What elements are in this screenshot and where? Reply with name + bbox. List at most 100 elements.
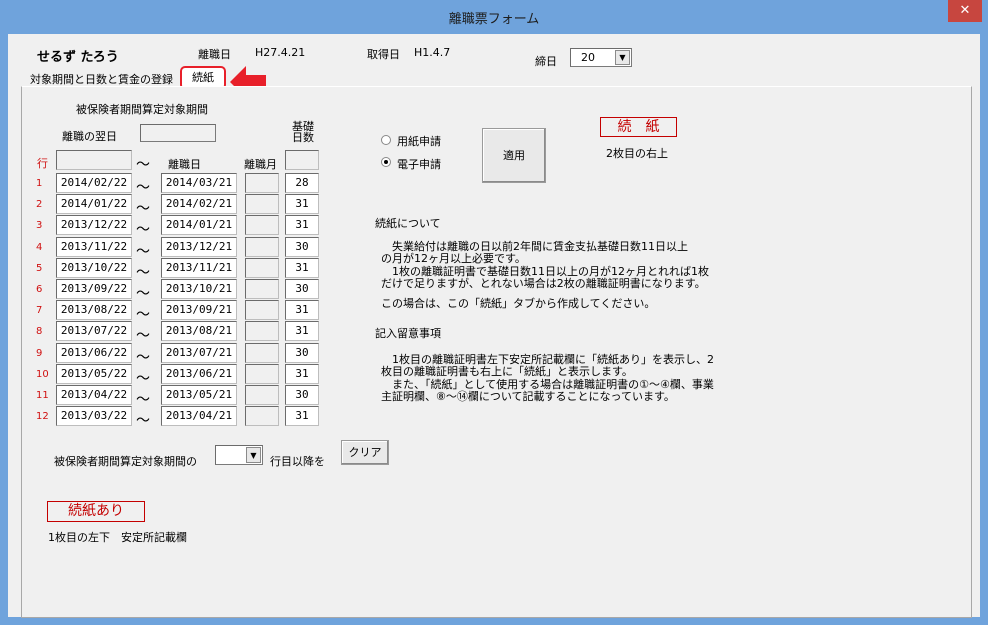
to-date-field[interactable]: 2013/04/21 <box>161 406 237 427</box>
to-date-field[interactable]: 2013/09/21 <box>161 300 237 321</box>
to-date-field[interactable]: 2013/05/21 <box>161 385 237 405</box>
rishokugetsu-field[interactable] <box>245 406 279 427</box>
to-date-field[interactable]: 2013/08/21 <box>161 321 237 342</box>
tilde: ～ <box>136 370 150 387</box>
close-button[interactable]: ✕ <box>948 0 982 22</box>
rishokugetsu-field[interactable] <box>245 194 279 215</box>
to-date-field[interactable]: 2014/02/21 <box>161 194 237 215</box>
from-date-field[interactable]: 2014/02/22 <box>56 173 132 193</box>
section-title: 被保険者期間算定対象期間 <box>76 103 208 116</box>
row-number: 9 <box>36 347 43 359</box>
from-date-field[interactable]: 2013/09/22 <box>56 279 132 299</box>
rishokugetsu-field[interactable] <box>245 300 279 321</box>
shutoku-label: 取得日 <box>367 48 400 61</box>
to-date-field[interactable]: 2013/06/21 <box>161 363 237 384</box>
kisoku-days-field[interactable]: 31 <box>285 406 319 427</box>
to-date-field[interactable]: 2013/12/21 <box>161 236 237 257</box>
yokujitsu-label: 離職の翌日 <box>62 130 117 143</box>
gyo-select[interactable]: ▼ <box>215 445 263 465</box>
notes-line-2: 枚目の離職証明書も右上に「続紙」と表示します。 <box>381 365 633 378</box>
kisoku-days-field[interactable]: 31 <box>285 363 319 384</box>
about-line-4: だけで足りますが、とれない場合は2枚の離職証明書になります。 <box>381 277 706 290</box>
yokujitsu-field[interactable] <box>140 124 216 142</box>
tilde: ～ <box>136 222 150 239</box>
kisoku-days-field[interactable]: 31 <box>285 300 319 321</box>
radio-denshi[interactable] <box>381 157 391 167</box>
from-date-field[interactable]: 2013/03/22 <box>56 406 132 427</box>
chevron-down-icon[interactable]: ▼ <box>246 447 261 463</box>
to-date-field[interactable]: 2013/07/21 <box>161 342 237 363</box>
gyo-label: 行 <box>37 157 48 170</box>
row-number: 12 <box>36 411 49 423</box>
kisoku-days-field[interactable]: 31 <box>285 215 319 236</box>
rishokugetsu-field[interactable] <box>245 236 279 257</box>
radio-yoshi[interactable] <box>381 135 391 145</box>
row-number: 11 <box>36 390 49 401</box>
row-number: 6 <box>36 284 43 295</box>
from-date-field[interactable]: 2013/10/22 <box>56 257 132 278</box>
bottom-label2: 行目以降を <box>270 455 325 468</box>
to-date-field[interactable]: 2013/11/21 <box>161 257 237 278</box>
kisoku-days-field[interactable]: 30 <box>285 279 319 299</box>
tilde: ～ <box>136 328 150 345</box>
rishokugetsu-field[interactable] <box>245 215 279 236</box>
tilde: ～ <box>136 307 150 324</box>
tilde: ～ <box>136 349 150 366</box>
rishokugetsu-field[interactable] <box>245 342 279 363</box>
kisoku-days-field[interactable]: 28 <box>285 173 319 193</box>
header-days-field[interactable] <box>285 150 319 170</box>
kisoku-days-field[interactable]: 31 <box>285 321 319 342</box>
row-number: 7 <box>36 305 43 317</box>
zokushi-ari-note: 1枚目の左下 安定所記載欄 <box>48 531 187 544</box>
rishokugetsu-field[interactable] <box>245 279 279 299</box>
rishokugetsu-field[interactable] <box>245 321 279 342</box>
rishokugetsu-field[interactable] <box>245 363 279 384</box>
radio-yoshi-label[interactable]: 用紙申請 <box>397 133 441 149</box>
kisoku-days-field[interactable]: 30 <box>285 385 319 405</box>
to-date-field[interactable]: 2013/10/21 <box>161 279 237 299</box>
clear-button[interactable]: クリア <box>341 440 389 465</box>
kisoku-days-field[interactable]: 30 <box>285 236 319 257</box>
employee-name: せるず たろう <box>37 50 119 65</box>
rishokugetsu-field[interactable] <box>245 257 279 278</box>
row-number: 5 <box>36 262 43 274</box>
from-date-field[interactable]: 2013/06/22 <box>56 342 132 363</box>
chevron-down-icon[interactable]: ▼ <box>615 50 630 65</box>
header-from-field[interactable] <box>56 150 132 170</box>
to-date-field[interactable]: 2014/03/21 <box>161 173 237 193</box>
tilde: ～ <box>136 413 150 430</box>
kisoku-days-field[interactable]: 31 <box>285 194 319 215</box>
tilde: ～ <box>136 157 150 173</box>
about-line-1: 失業給付は離職の日以前2年間に賃金支払基礎日数11日以上 <box>381 240 688 253</box>
to-date-field[interactable]: 2014/01/21 <box>161 215 237 236</box>
shime-label: 締日 <box>535 55 557 68</box>
tilde: ～ <box>136 392 150 408</box>
about-line-3: 1枚の離職証明書で基礎日数11日以上の月が12ヶ月とれれば1枚 <box>381 265 709 278</box>
tilde: ～ <box>136 264 150 281</box>
tilde: ～ <box>136 201 150 218</box>
rishokugetsu-field[interactable] <box>245 173 279 193</box>
bottom-label1: 被保険者期間算定対象期間の <box>54 455 197 468</box>
rishoku-label: 離職日 <box>198 48 231 61</box>
from-date-field[interactable]: 2013/07/22 <box>56 321 132 342</box>
from-date-field[interactable]: 2013/08/22 <box>56 300 132 321</box>
from-date-field[interactable]: 2013/12/22 <box>56 215 132 236</box>
from-date-field[interactable]: 2013/05/22 <box>56 363 132 384</box>
about-title: 続紙について <box>375 217 441 230</box>
from-date-field[interactable]: 2013/11/22 <box>56 236 132 257</box>
tilde: ～ <box>136 243 150 260</box>
zokushi-note: 2枚目の右上 <box>606 147 668 160</box>
apply-button[interactable]: 適用 <box>482 128 546 183</box>
kisoku-days-field[interactable]: 31 <box>285 257 319 278</box>
row-number: 4 <box>36 241 43 253</box>
rishokugetsu-field[interactable] <box>245 385 279 405</box>
from-date-field[interactable]: 2014/01/22 <box>56 194 132 215</box>
radio-denshi-label[interactable]: 電子申請 <box>397 156 441 172</box>
from-date-field[interactable]: 2013/04/22 <box>56 385 132 405</box>
kisoku-days-field[interactable]: 30 <box>285 342 319 363</box>
notes-line-3: また、「続紙」として使用する場合は離職証明書の①～④欄、事業 <box>381 378 714 391</box>
row-number: 3 <box>36 220 43 232</box>
tab-taisho[interactable]: 対象期間と日数と賃金の登録 <box>30 71 173 87</box>
row-number: 10 <box>36 368 49 380</box>
shime-select[interactable]: 20 ▼ <box>570 48 632 67</box>
